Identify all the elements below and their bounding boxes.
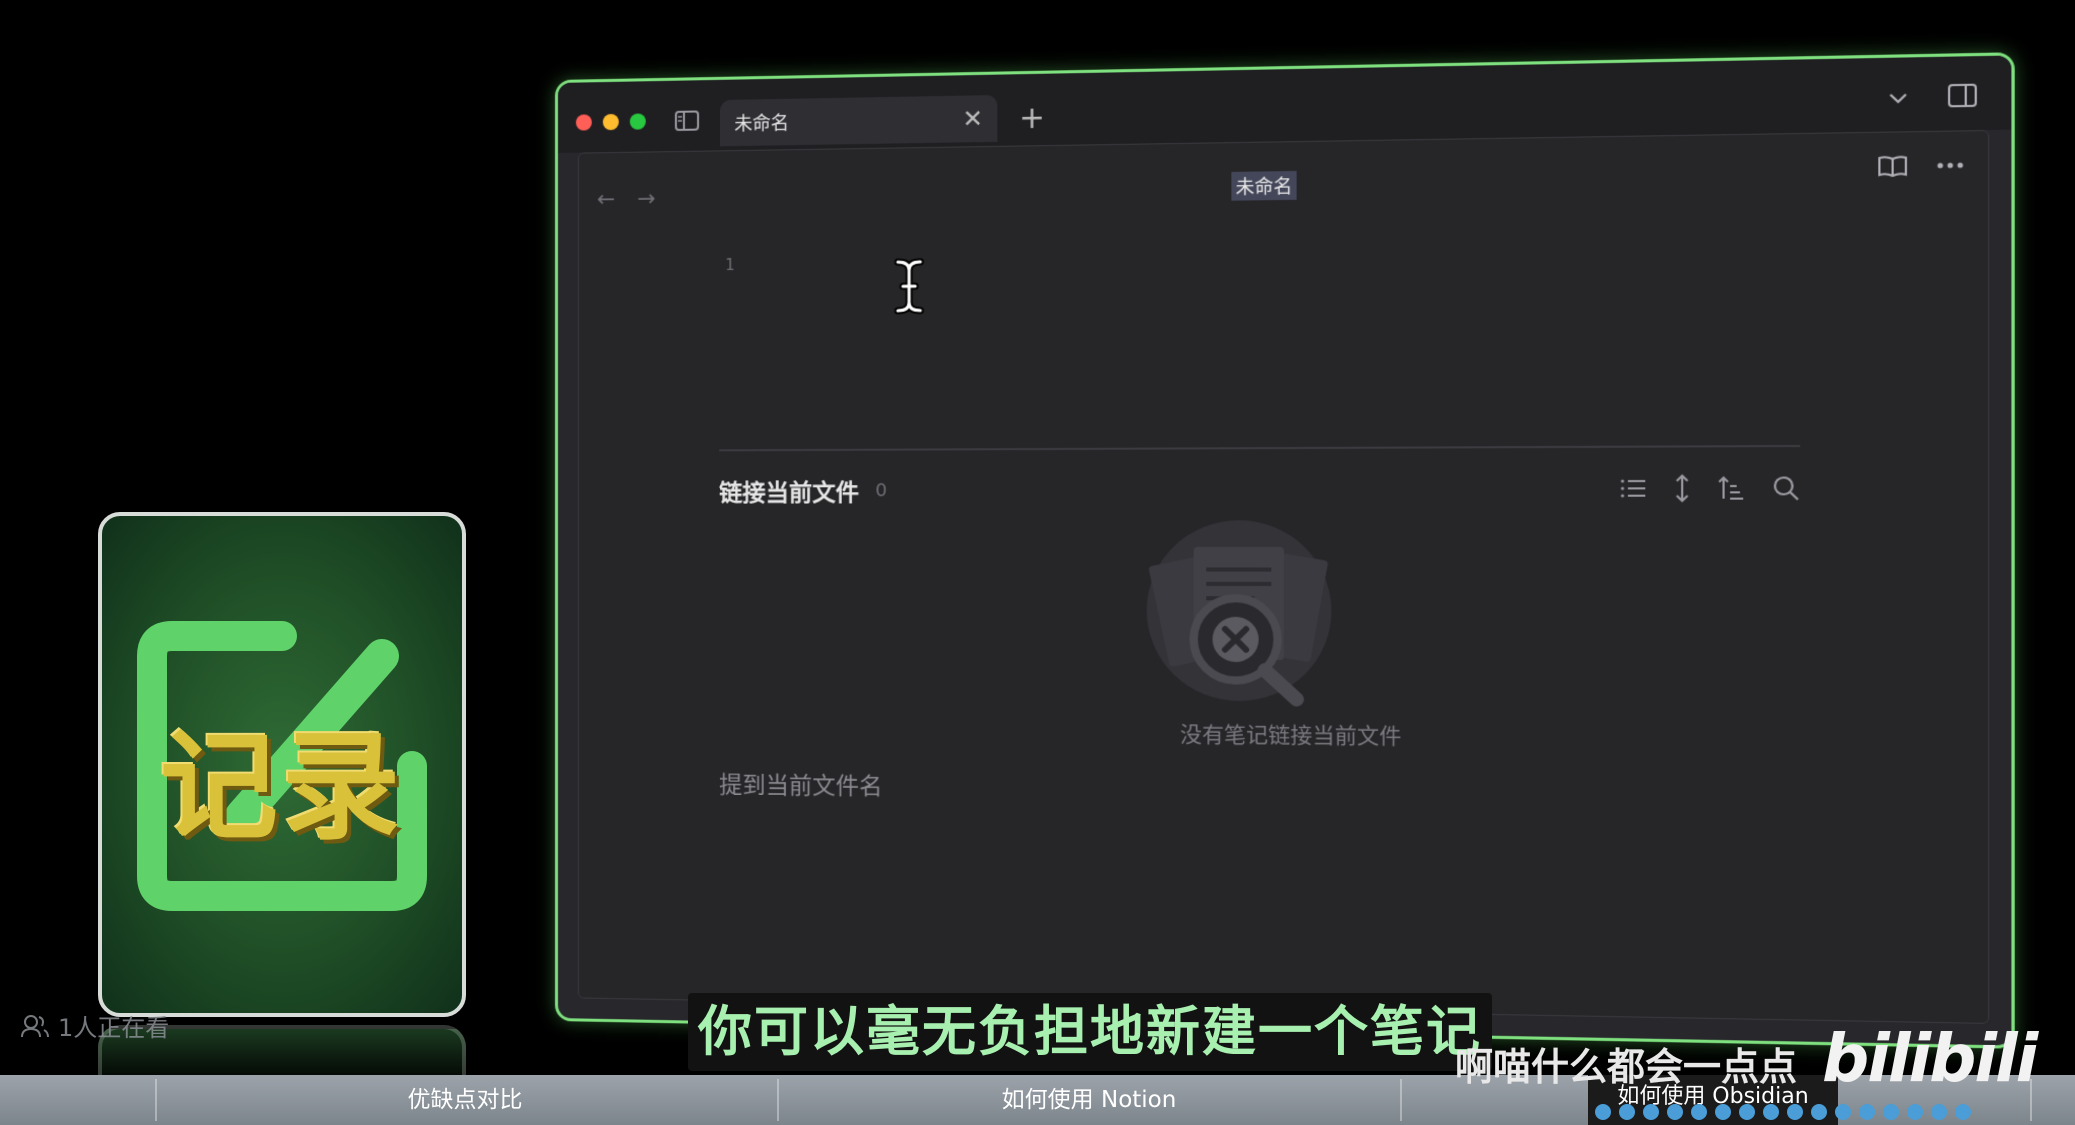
plus-icon[interactable]: +	[1019, 100, 1045, 136]
editor-pane: ← → 未命名 1 链接当前文件 0 没有笔记链接当前文件 提到当前文件名	[577, 129, 1990, 1024]
section-divider	[719, 444, 1801, 452]
navigation: ← →	[597, 187, 656, 213]
card-title: 记录	[159, 718, 404, 856]
no-results-icon	[1146, 520, 1332, 714]
backlinks-count: 0	[875, 479, 888, 501]
empty-backlinks-text: 没有笔记链接当前文件	[1180, 722, 1402, 749]
close-icon[interactable]: ✕	[962, 104, 983, 133]
viewers-icon	[21, 1014, 49, 1037]
chevron-down-icon[interactable]	[1885, 85, 1912, 111]
backlinks-tools	[1619, 473, 1800, 503]
line-number: 1	[725, 255, 735, 275]
record-card: 记录	[98, 512, 466, 1017]
window-controls	[575, 113, 646, 131]
view-actions	[1877, 153, 1963, 180]
zoom-window-button[interactable]	[629, 113, 646, 130]
chapter-item[interactable]: 如何使用 Notion	[779, 1075, 1399, 1125]
list-icon[interactable]	[1619, 477, 1647, 500]
right-panel-icon[interactable]	[1947, 81, 1978, 109]
sort-icon[interactable]	[1717, 476, 1745, 501]
backlinks-header: 链接当前文件 0	[719, 465, 1800, 513]
tab-label: 未命名	[734, 112, 789, 136]
chapter-item[interactable]: 优缺点对比	[155, 1075, 775, 1125]
sidebar-toggle-icon[interactable]	[674, 108, 700, 133]
chapter-separator	[1400, 1079, 1402, 1121]
arrow-right-icon[interactable]: →	[637, 187, 655, 212]
unlinked-mentions-title[interactable]: 提到当前文件名	[719, 765, 882, 801]
more-icon[interactable]	[1937, 161, 1964, 170]
bilibili-logo: bilibili	[1822, 1020, 2038, 1097]
note-title[interactable]: 未命名	[1231, 170, 1297, 201]
close-window-button[interactable]	[575, 114, 592, 131]
viewer-count: 1人正在看	[20, 1008, 169, 1043]
minimize-window-button[interactable]	[602, 113, 619, 131]
subtitle-caption: 你可以毫无负担地新建一个笔记	[688, 993, 1492, 1071]
search-icon[interactable]	[1772, 474, 1800, 501]
progress-indicator	[1595, 1104, 1995, 1120]
uploader-name: 啊喵什么都会一点点	[1455, 1045, 1798, 1089]
backlinks-title[interactable]: 链接当前文件	[719, 473, 859, 508]
book-open-icon[interactable]	[1877, 153, 1908, 179]
text-cursor-icon	[892, 258, 927, 315]
arrow-left-icon[interactable]: ←	[597, 187, 615, 212]
expand-vertical-icon[interactable]	[1673, 474, 1690, 503]
obsidian-window: 未命名 ✕ + ← → 未命名 1 链接当前文件 0 没有笔记链接当前文件 提到…	[555, 52, 2015, 1049]
tab-untitled[interactable]: 未命名 ✕	[720, 94, 998, 147]
viewer-count-text: 1人正在看	[58, 1014, 170, 1042]
